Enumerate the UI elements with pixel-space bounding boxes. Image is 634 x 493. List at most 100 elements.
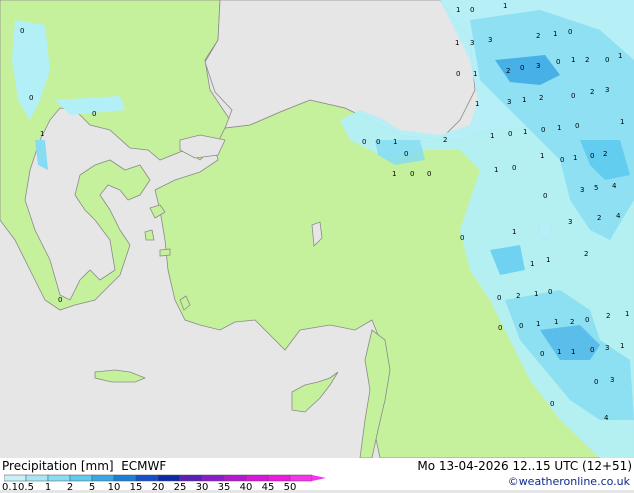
value-label: 0 [498,324,502,332]
value-label: 0 [568,28,572,36]
value-label: 0 [362,138,366,146]
scale-tick-label: 0.1 [2,482,18,493]
value-label: 1 [503,2,507,10]
value-label: 0 [594,378,598,386]
precipitation-map: 1 0 1 1 3 3 2 1 0 0 1 2 0 3 0 1 2 0 1 1 … [0,0,634,458]
island-samos [159,248,171,257]
value-label: 1 [455,39,459,47]
value-label: 1 [557,124,561,132]
value-label: 1 [494,166,498,174]
value-label: 2 [539,94,543,102]
value-label: 1 [392,170,396,178]
value-label: 1 [573,154,577,162]
scale-tick-label: 5 [88,482,96,493]
value-label: 1 [618,52,622,60]
value-label: 1 [523,128,527,136]
value-label: 1 [620,342,624,350]
value-label: 3 [470,39,474,47]
value-label: 4 [616,212,621,220]
value-label: 0 [456,70,460,78]
scale-swatch [69,474,93,482]
value-label: 3 [605,86,609,94]
scale-tick-label: 35 [217,482,231,493]
scale-swatch [135,474,159,482]
value-label: 0 [541,126,545,134]
value-label: 1 [490,132,494,140]
value-label: 0 [571,92,575,100]
value-label: 2 [584,250,588,258]
value-label: 1 [456,6,460,14]
value-label: 0 [548,288,552,296]
credit-text: ©weatheronline.co.uk [507,475,630,488]
scale-swatch [267,474,291,482]
scale-tick-label: 50 [283,482,297,493]
value-label: 0 [497,294,501,302]
value-label: 1 [534,290,538,298]
scale-tick-label: 25 [173,482,187,493]
scale-swatch [223,474,247,482]
value-label: 2 [590,88,594,96]
value-label: 0 [590,152,594,160]
value-label: 1 [571,56,575,64]
scale-swatch [47,474,71,482]
value-label: 1 [553,30,557,38]
value-label: 2 [516,292,520,300]
scale-swatch [25,474,49,482]
value-label: 0 [508,130,512,138]
value-label: 3 [536,62,540,70]
value-label: 1 [557,348,561,356]
value-label: 1 [512,228,516,236]
scale-swatch [289,474,313,482]
value-label: 1 [393,138,397,146]
value-label: 1 [554,318,558,326]
scale-tick-label: 20 [151,482,165,493]
value-label: 4 [612,182,617,190]
value-label: 1 [546,256,550,264]
value-label: 0 [605,56,609,64]
value-label: 3 [507,98,511,106]
island-chios [144,229,155,241]
product-name: Precipitation [mm] [2,459,114,473]
value-label: 0 [29,94,33,102]
scale-arrow [312,475,326,481]
value-label: 2 [506,67,510,75]
value-label: 0 [58,296,62,304]
value-label: 0 [543,192,547,200]
value-label: 0 [92,110,96,118]
value-label: 0 [512,164,516,172]
value-label: 0 [376,138,380,146]
value-label: 3 [580,186,584,194]
scale-swatch [201,474,225,482]
value-label: 0 [404,150,408,158]
scale-swatch [157,474,181,482]
value-label: 0 [460,234,464,242]
product-title: Precipitation [mm] ECMWF [2,459,166,473]
value-label: 1 [536,320,540,328]
value-label: 0 [470,6,474,14]
valid-time: Mo 13-04-2026 12..15 UTC (12+51) [417,459,632,473]
value-label: 1 [540,152,544,160]
value-label: 0 [575,122,579,130]
value-label: 0 [519,322,523,330]
model-name: ECMWF [121,459,167,473]
value-label: 3 [610,376,614,384]
value-label: 3 [605,344,609,352]
scale-swatch [245,474,269,482]
scale-tick-label: 30 [195,482,209,493]
value-label: 2 [536,32,540,40]
value-label: 1 [522,96,526,104]
value-label: 0 [585,316,589,324]
value-label: 2 [597,214,601,222]
map-footer: Precipitation [mm] ECMWF Mo 13-04-2026 1… [0,458,634,493]
value-label: 0 [427,170,431,178]
scale-tick-label: 40 [239,482,253,493]
scale-tick-label: 0.5 [18,482,34,493]
scale-tick-label: 1 [44,482,52,493]
scale-swatch [179,474,203,482]
value-label: 0 [20,27,24,35]
value-label: 0 [550,400,554,408]
scale-swatch [91,474,115,482]
value-label: 5 [594,184,598,192]
value-label: 1 [473,70,477,78]
value-label: 2 [443,136,447,144]
